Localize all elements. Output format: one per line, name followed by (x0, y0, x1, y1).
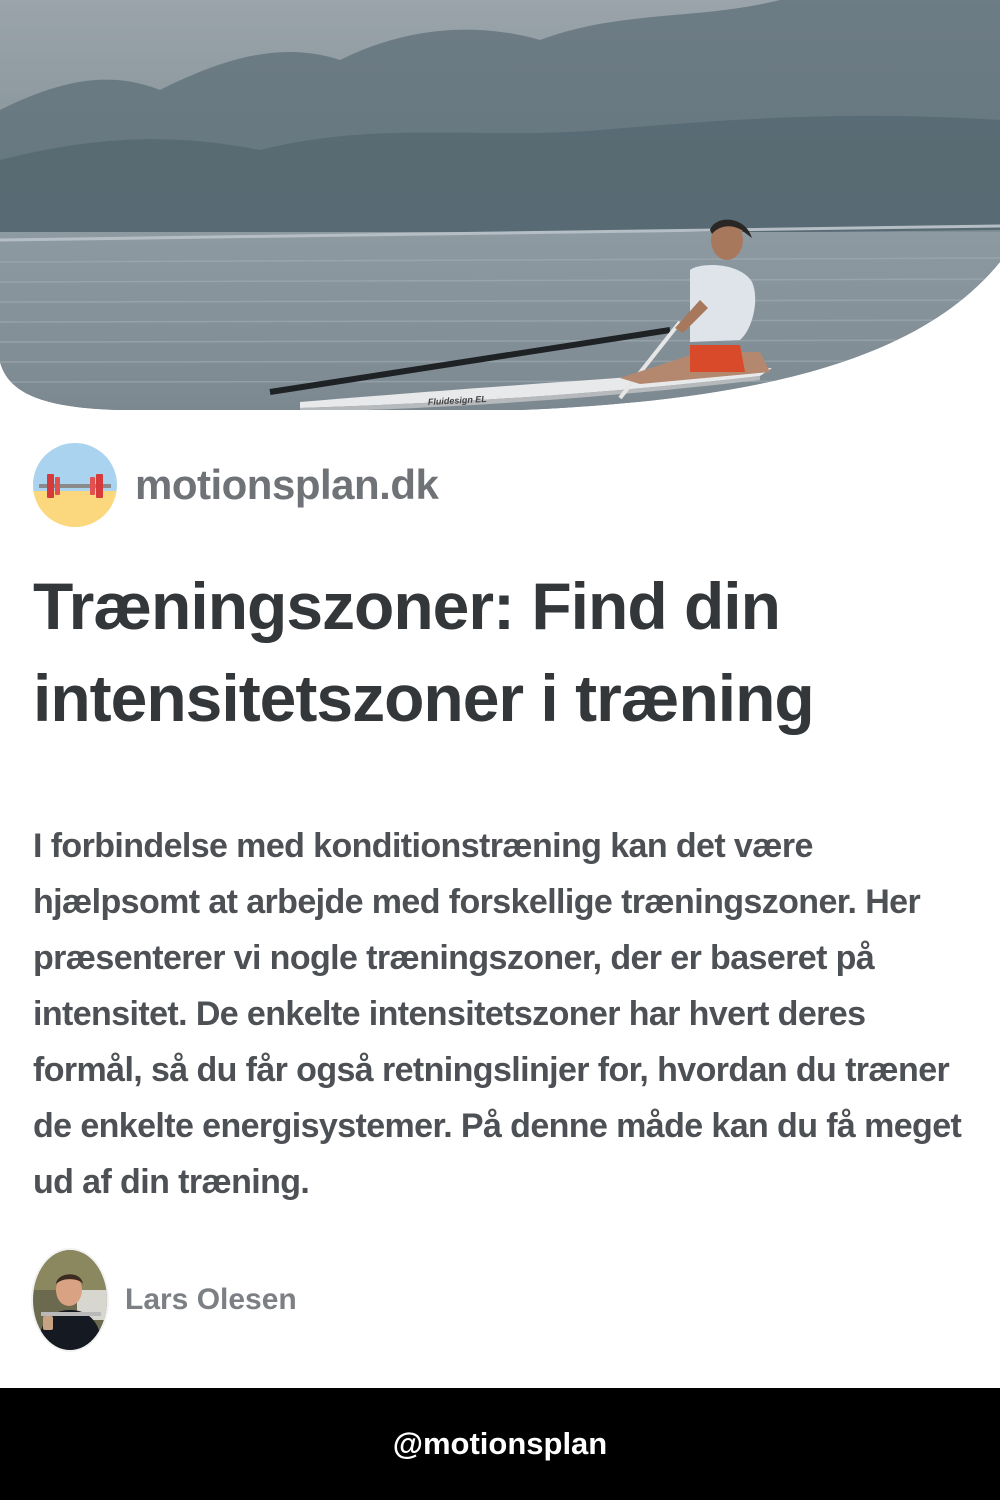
author-name: Lars Olesen (125, 1283, 297, 1316)
hero-image: Fluidesign EL (0, 0, 1000, 420)
footer-bar: @motionsplan (0, 1388, 1000, 1500)
site-name: motionsplan.dk (135, 461, 439, 508)
author-byline[interactable]: Lars Olesen (33, 1250, 297, 1350)
avatar (33, 1250, 107, 1350)
article-description: I forbindelse med konditionstræning kan … (33, 827, 962, 1201)
site-brand[interactable]: motionsplan.dk (33, 443, 439, 527)
share-card: Fluidesign EL motionsplan.dk Træningszon… (0, 0, 1000, 1500)
barbell-beach-icon (33, 443, 117, 527)
social-handle[interactable]: @motionsplan (393, 1426, 608, 1462)
article-title: Træningszoner: Find din intensitetszoner… (33, 569, 815, 735)
